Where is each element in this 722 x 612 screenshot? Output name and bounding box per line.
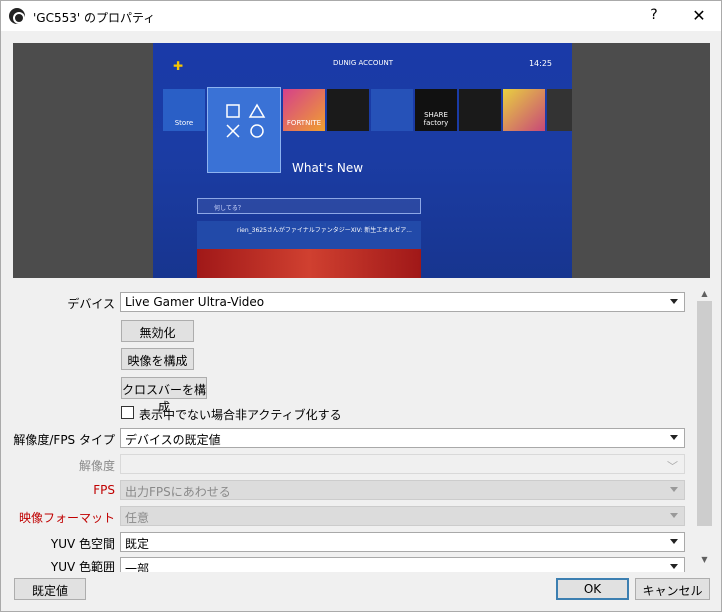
chevron-down-icon	[670, 513, 678, 518]
device-label: デバイス	[67, 297, 115, 311]
chevron-down-icon	[670, 435, 678, 440]
ps4-news-image	[197, 249, 421, 278]
ps4-clock: 14:25	[528, 59, 552, 68]
ps4-status-input: 何してる？	[197, 198, 421, 214]
device-select[interactable]: Live Gamer Ultra-Video	[120, 292, 685, 312]
store-label: Store	[174, 119, 194, 127]
disable-button[interactable]: 無効化	[121, 320, 194, 342]
fps-select[interactable]: 出力FPSにあわせる	[120, 480, 685, 500]
ok-button[interactable]: OK	[556, 578, 629, 600]
share-factory-tile: SHARE factory	[415, 89, 457, 131]
close-button[interactable]: ✕	[689, 6, 709, 26]
ps4-news-item: rien_3625さんがファイナルファンタジーXIV: 新生エオルゼア...	[197, 221, 421, 249]
chevron-down-icon	[670, 539, 678, 544]
ps4-top-bar: ✚ DUNIG ACCOUNT 14:25	[153, 51, 572, 77]
title-bar: 'GC553' のプロパティ ? ✕	[1, 1, 721, 31]
ps-plus-icon: ✚	[173, 59, 184, 73]
resolution-select[interactable]: ﹀	[120, 454, 685, 474]
properties-dialog: 'GC553' のプロパティ ? ✕ ✚ DUNIG ACCOUNT 14:25…	[0, 0, 722, 612]
vertical-scrollbar[interactable]: ▲ ▼	[696, 289, 713, 572]
chevron-down-icon	[670, 299, 678, 304]
video-format-label: 映像フォーマット	[18, 511, 115, 525]
video-format-value: 任意	[125, 511, 150, 525]
configure-video-button[interactable]: 映像を構成	[121, 348, 194, 370]
fps-label: FPS	[93, 483, 115, 497]
resolution-fps-type-value: デバイスの既定値	[125, 433, 221, 447]
ps4-tile-row: Store FORTNITE SHARE factory	[163, 87, 572, 173]
chevron-down-icon	[670, 564, 678, 569]
yuv-color-range-value: 一部	[125, 562, 150, 572]
whats-new-tile	[207, 87, 281, 173]
playstation-shapes-icon	[226, 103, 266, 138]
defaults-button[interactable]: 既定値	[14, 578, 86, 600]
scroll-down-icon[interactable]: ▼	[696, 555, 713, 569]
scroll-clip-area: YUV 色範囲 一部	[1, 554, 695, 572]
source-preview: ✚ DUNIG ACCOUNT 14:25 Store FORTNITE SHA…	[13, 43, 710, 278]
chevron-down-icon	[670, 487, 678, 492]
deactivate-checkbox[interactable]	[121, 406, 134, 419]
yuv-color-range-label: YUV 色範囲	[50, 560, 115, 572]
help-button[interactable]: ?	[645, 7, 663, 25]
window-title: 'GC553' のプロパティ	[33, 11, 156, 25]
share-factory-label: SHARE factory	[423, 111, 449, 127]
whats-new-label: What's New	[292, 161, 364, 175]
game-tile-6	[547, 89, 572, 131]
ps4-account-name: DUNIG ACCOUNT	[333, 59, 394, 67]
cancel-button[interactable]: キャンセル	[635, 578, 710, 600]
configure-crossbar-button[interactable]: クロスバーを構成	[121, 377, 207, 414]
ps-store-tile: Store	[163, 89, 205, 131]
fps-value: 出力FPSにあわせる	[125, 485, 231, 499]
device-value: Live Gamer Ultra-Video	[125, 295, 265, 309]
obs-logo-icon	[9, 8, 25, 24]
video-format-select[interactable]: 任意	[120, 506, 685, 526]
resolution-label: 解像度	[78, 459, 115, 473]
deactivate-checkbox-label: 表示中でない場合非アクティブ化する	[139, 408, 342, 422]
tv-video-tile	[371, 89, 413, 131]
yuv-color-space-value: 既定	[125, 537, 150, 551]
fortnite-tile: FORTNITE	[283, 89, 325, 131]
game-tile-5	[503, 89, 545, 131]
game-tile-2	[327, 89, 369, 131]
resolution-fps-type-select[interactable]: デバイスの既定値	[120, 428, 685, 448]
yuv-color-space-label: YUV 色空間	[50, 537, 115, 551]
chevron-down-icon: ﹀	[667, 460, 678, 473]
game-tile-4	[459, 89, 501, 131]
yuv-color-space-select[interactable]: 既定	[120, 532, 685, 552]
ps4-home-screen: ✚ DUNIG ACCOUNT 14:25 Store FORTNITE SHA…	[153, 43, 572, 278]
ps4-side-panel	[443, 193, 563, 278]
resolution-fps-type-label: 解像度/FPS タイプ	[13, 433, 115, 447]
yuv-color-range-select[interactable]: 一部	[120, 557, 685, 572]
scroll-thumb[interactable]	[697, 301, 712, 526]
fortnite-label: FORTNITE	[286, 119, 322, 127]
